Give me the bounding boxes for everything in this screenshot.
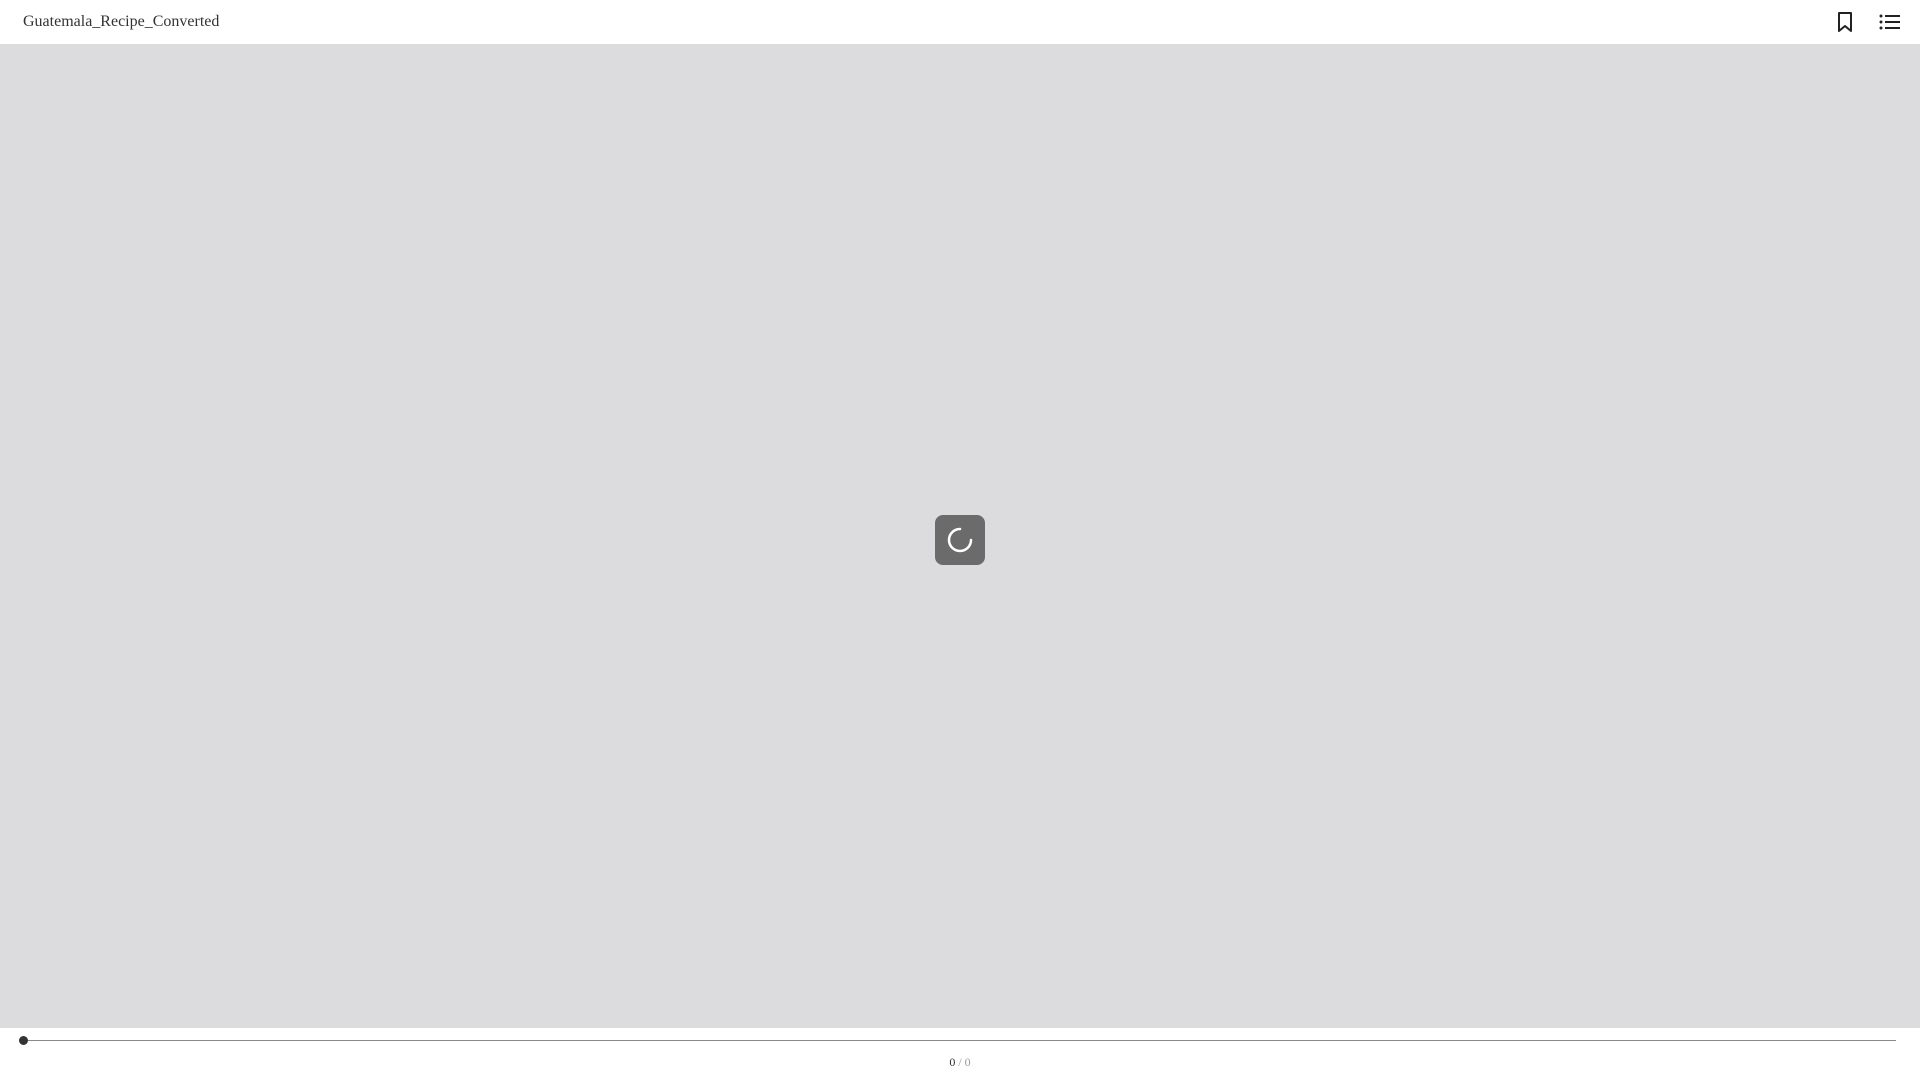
loading-indicator	[935, 515, 985, 565]
bottom-bar: 0 / 0	[0, 1028, 1920, 1080]
bookmark-button[interactable]	[1830, 7, 1860, 37]
spinner-icon	[947, 527, 973, 553]
bookmark-icon	[1838, 12, 1852, 32]
reader-app: Guatemala_Recipe_Converted 0 / 0	[0, 0, 1920, 1080]
list-icon	[1879, 14, 1900, 30]
progress-handle[interactable]	[19, 1036, 28, 1045]
page-total: 0	[964, 1055, 971, 1069]
top-toolbar: Guatemala_Recipe_Converted	[0, 0, 1920, 44]
table-of-contents-button[interactable]	[1875, 7, 1905, 37]
page-indicator: 0 / 0	[0, 1055, 1920, 1070]
page-separator: /	[955, 1055, 965, 1069]
progress-slider[interactable]	[23, 1040, 1896, 1041]
document-title: Guatemala_Recipe_Converted	[23, 13, 220, 30]
document-viewer	[0, 44, 1920, 1028]
